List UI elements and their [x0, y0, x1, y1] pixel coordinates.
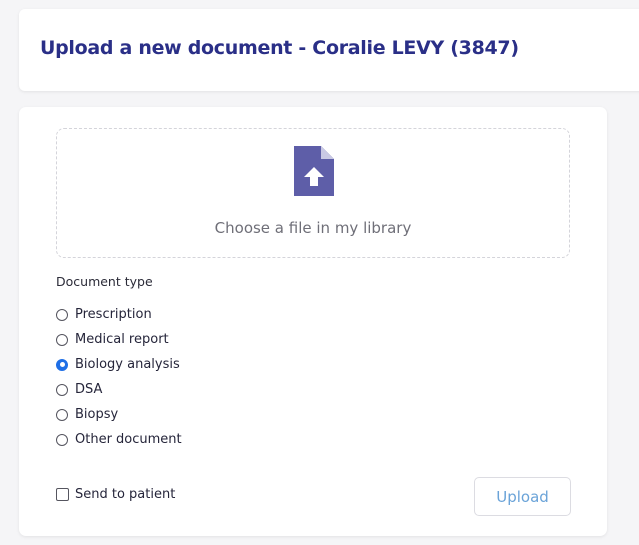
file-dropzone[interactable]: Choose a file in my library [56, 128, 570, 258]
radio-label: Biology analysis [75, 357, 180, 372]
radio-button[interactable] [56, 383, 68, 396]
dropzone-label: Choose a file in my library [214, 219, 412, 237]
radio-button[interactable] [56, 408, 68, 421]
send-to-patient-label: Send to patient [75, 487, 176, 502]
document-type-radio-group: Prescription Medical report Biology anal… [56, 302, 182, 452]
radio-label: Biopsy [75, 407, 119, 422]
header-card: Upload a new document - Coralie LEVY (38… [19, 9, 639, 91]
radio-label: Medical report [75, 332, 169, 347]
radio-other-document[interactable]: Other document [56, 427, 182, 452]
radio-label: Prescription [75, 307, 152, 322]
radio-button-selected[interactable] [56, 358, 68, 371]
radio-medical-report[interactable]: Medical report [56, 327, 182, 352]
radio-button[interactable] [56, 333, 68, 346]
upload-form-card: Choose a file in my library Document typ… [19, 107, 607, 536]
radio-button[interactable] [56, 308, 68, 321]
radio-label: DSA [75, 382, 103, 397]
radio-biopsy[interactable]: Biopsy [56, 402, 182, 427]
upload-button[interactable]: Upload [474, 477, 571, 516]
send-to-patient-checkbox[interactable] [56, 488, 69, 501]
file-upload-icon [294, 146, 334, 196]
page-title: Upload a new document - Coralie LEVY (38… [40, 37, 519, 59]
radio-label: Other document [75, 432, 182, 447]
document-type-label: Document type [56, 274, 153, 289]
radio-button[interactable] [56, 433, 68, 446]
radio-prescription[interactable]: Prescription [56, 302, 182, 327]
send-to-patient-option[interactable]: Send to patient [56, 487, 175, 502]
radio-dsa[interactable]: DSA [56, 377, 182, 402]
radio-biology-analysis[interactable]: Biology analysis [56, 352, 182, 377]
